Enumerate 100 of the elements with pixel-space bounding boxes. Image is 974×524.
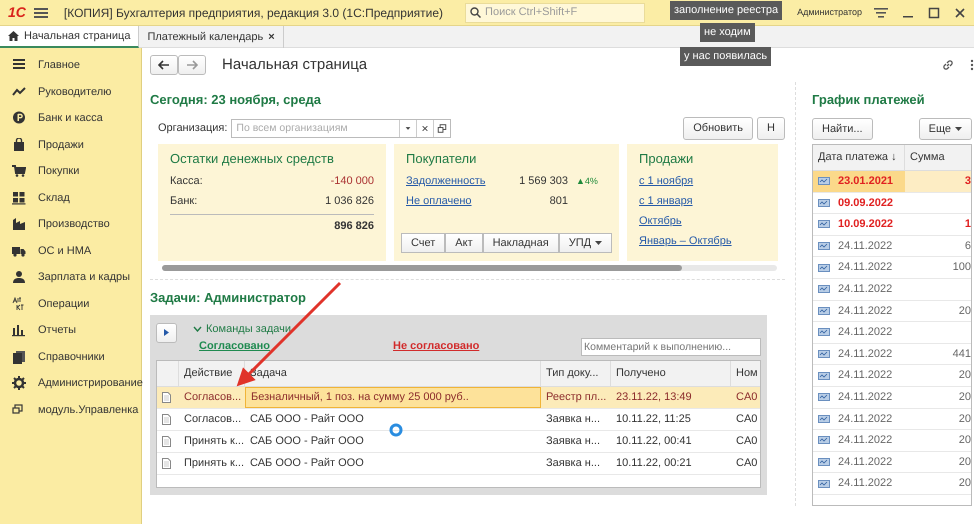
amount: 1 569 303 bbox=[518, 174, 568, 188]
payment-amount: 3 bbox=[905, 171, 971, 192]
table-cell-text: Реестр пл... bbox=[545, 390, 608, 405]
table-cell-text: Принять к... bbox=[183, 434, 245, 449]
table-row[interactable]: 24.11.2022 100 bbox=[813, 257, 971, 279]
table-row[interactable]: 24.11.2022 441 bbox=[813, 344, 971, 366]
toolbar-button[interactable]: Обновить bbox=[683, 117, 754, 140]
group-title: Команды задачи bbox=[206, 322, 291, 337]
sidebar-item[interactable]: ОС и НМА bbox=[0, 238, 141, 264]
ledger-icon bbox=[12, 296, 26, 311]
sidebar-item[interactable]: Справочники bbox=[0, 344, 141, 370]
table-row[interactable]: 24.11.2022 20 bbox=[813, 408, 971, 430]
sidebar-item[interactable]: Склад bbox=[0, 184, 141, 211]
reject-link[interactable]: Не согласовано bbox=[393, 338, 480, 355]
table-row[interactable]: 09.09.2022 bbox=[813, 192, 971, 214]
payment-date: 24.11.2022 bbox=[838, 454, 892, 470]
menu-icon[interactable] bbox=[34, 6, 48, 18]
close-icon[interactable] bbox=[954, 6, 966, 18]
scrollbar[interactable] bbox=[162, 264, 777, 270]
payment-date: 24.11.2022 bbox=[838, 412, 892, 427]
sidebar-item[interactable]: Банк и касса bbox=[0, 105, 141, 132]
sidebar-item[interactable]: Руководителю bbox=[0, 78, 141, 105]
sidebar-item[interactable]: Отчеты bbox=[0, 317, 141, 344]
sidebar-item[interactable]: Продажи bbox=[0, 132, 141, 158]
window-title: [КОПИЯ] Бухгалтерия предприятия, редакция 3.0 (1С:Предприятие) bbox=[64, 4, 444, 22]
table-cell-text: Заявка н... bbox=[545, 456, 602, 471]
find-button[interactable]: Найти... bbox=[812, 118, 873, 140]
report-link[interactable]: Январь – Октябрь bbox=[639, 234, 732, 248]
back-button[interactable] bbox=[150, 54, 178, 76]
more-icon[interactable] bbox=[970, 59, 974, 71]
column-header[interactable]: Дата платежа ↓ bbox=[813, 145, 905, 170]
payment-icon bbox=[818, 436, 830, 444]
sidebar-item[interactable]: Зарплата и кадры bbox=[0, 264, 141, 290]
table-cell-text: 10.11.22, 00:41 bbox=[615, 434, 693, 449]
sidebar-item[interactable]: модуль.Управленка bbox=[0, 396, 141, 423]
chart-icon bbox=[12, 323, 26, 338]
table-row[interactable]: 24.11.2022 20 bbox=[813, 365, 971, 387]
table-row[interactable]: 24.11.2022 20 bbox=[813, 300, 971, 322]
trend-indicator: ▲4% bbox=[576, 174, 598, 188]
sidebar-item[interactable]: Администрирование bbox=[0, 370, 141, 396]
report-link[interactable]: Октябрь bbox=[639, 214, 682, 228]
document-button[interactable]: Накладная bbox=[482, 232, 559, 252]
sidebar-item[interactable]: Главное bbox=[0, 52, 141, 78]
table-cell-text: CA0 bbox=[735, 434, 758, 449]
sidebar-item[interactable]: Операции bbox=[0, 290, 141, 317]
user-name[interactable]: Администратор bbox=[797, 6, 862, 20]
report-link[interactable]: Задолженность bbox=[406, 174, 506, 188]
total-amount: 896 826 bbox=[170, 214, 374, 232]
sidebar-item[interactable]: Производство bbox=[0, 211, 141, 238]
table-row[interactable]: 24.11.2022 20 bbox=[813, 386, 971, 409]
play-button[interactable] bbox=[156, 323, 177, 343]
payment-icon bbox=[818, 306, 830, 315]
tab[interactable]: Начальная страница bbox=[0, 26, 140, 48]
settings-icon[interactable] bbox=[874, 6, 888, 18]
chevron-icon[interactable] bbox=[193, 326, 202, 332]
document-icon bbox=[162, 392, 171, 402]
document-icon bbox=[162, 414, 171, 424]
table-row[interactable]: Согласов... САБ ООО - Райт ООО Заявка н... 10.11.22, 11:25 CA0 bbox=[157, 408, 760, 430]
toolbar-button[interactable]: Н bbox=[757, 117, 785, 140]
document-icon bbox=[162, 458, 171, 468]
link-icon[interactable] bbox=[942, 59, 954, 71]
document-button[interactable]: УПД bbox=[558, 232, 612, 252]
table-row[interactable]: Согласов... Безналичный, 1 поз. на сумму 25 000 руб.. Реестр пл... 23.11.22, 13:49 CA0 bbox=[157, 386, 760, 408]
document-button[interactable]: Акт bbox=[445, 232, 483, 252]
payment-icon bbox=[818, 393, 830, 402]
column-header: Действие bbox=[179, 360, 245, 386]
table-row[interactable]: Принять к... САБ ООО - Райт ООО Заявка н... 10.11.22, 00:21 CA0 bbox=[157, 452, 760, 474]
report-link[interactable]: с 1 ноября bbox=[639, 174, 694, 188]
section-title: Сегодня: 23 ноября, среда bbox=[150, 91, 322, 109]
close-tab-button[interactable]: × bbox=[268, 28, 275, 46]
payment-date: 24.11.2022 bbox=[838, 325, 892, 340]
payment-date: 24.11.2022 bbox=[838, 433, 892, 448]
more-button[interactable]: Еще bbox=[918, 118, 972, 140]
maximize-icon[interactable] bbox=[928, 6, 940, 18]
table-row[interactable]: 24.11.2022 20 bbox=[813, 452, 971, 474]
table-cell-text: САБ ООО - Райт ООО bbox=[249, 412, 365, 427]
sidebar-item[interactable]: Покупки bbox=[0, 158, 141, 184]
books-icon bbox=[12, 350, 26, 364]
payment-icon bbox=[818, 328, 830, 336]
table-row[interactable]: 24.11.2022 20 bbox=[813, 430, 971, 452]
payment-icon bbox=[818, 285, 830, 294]
table-row[interactable]: 24.11.2022 bbox=[813, 278, 971, 301]
payment-amount: 20 bbox=[958, 454, 971, 470]
document-button[interactable]: Счет bbox=[400, 232, 446, 252]
coin-icon bbox=[12, 111, 26, 126]
report-link[interactable]: с 1 января bbox=[639, 194, 693, 208]
payment-icon bbox=[818, 242, 830, 250]
table-row[interactable]: 24.11.2022 bbox=[813, 322, 971, 344]
table-cell-text: CA0 bbox=[735, 456, 758, 471]
search-icon bbox=[470, 7, 482, 18]
page-title: Начальная страница bbox=[222, 54, 368, 75]
payment-icon bbox=[818, 414, 830, 423]
payment-icon bbox=[818, 372, 830, 380]
table-row[interactable]: 24.11.2022 6 bbox=[813, 236, 971, 258]
table-cell: Безналичный, 1 поз. на сумму 25 000 руб.. bbox=[245, 386, 541, 408]
report-link[interactable]: Не оплачено bbox=[406, 194, 506, 208]
comment-field[interactable]: Комментарий к выполнению... bbox=[581, 338, 761, 356]
table-row[interactable]: 10.09.2022 1 bbox=[813, 214, 971, 236]
table-row[interactable]: 24.11.2022 20 bbox=[813, 473, 971, 495]
table-row[interactable]: Принять к... САБ ООО - Райт ООО Заявка н... 10.11.22, 00:41 CA0 bbox=[157, 430, 760, 452]
